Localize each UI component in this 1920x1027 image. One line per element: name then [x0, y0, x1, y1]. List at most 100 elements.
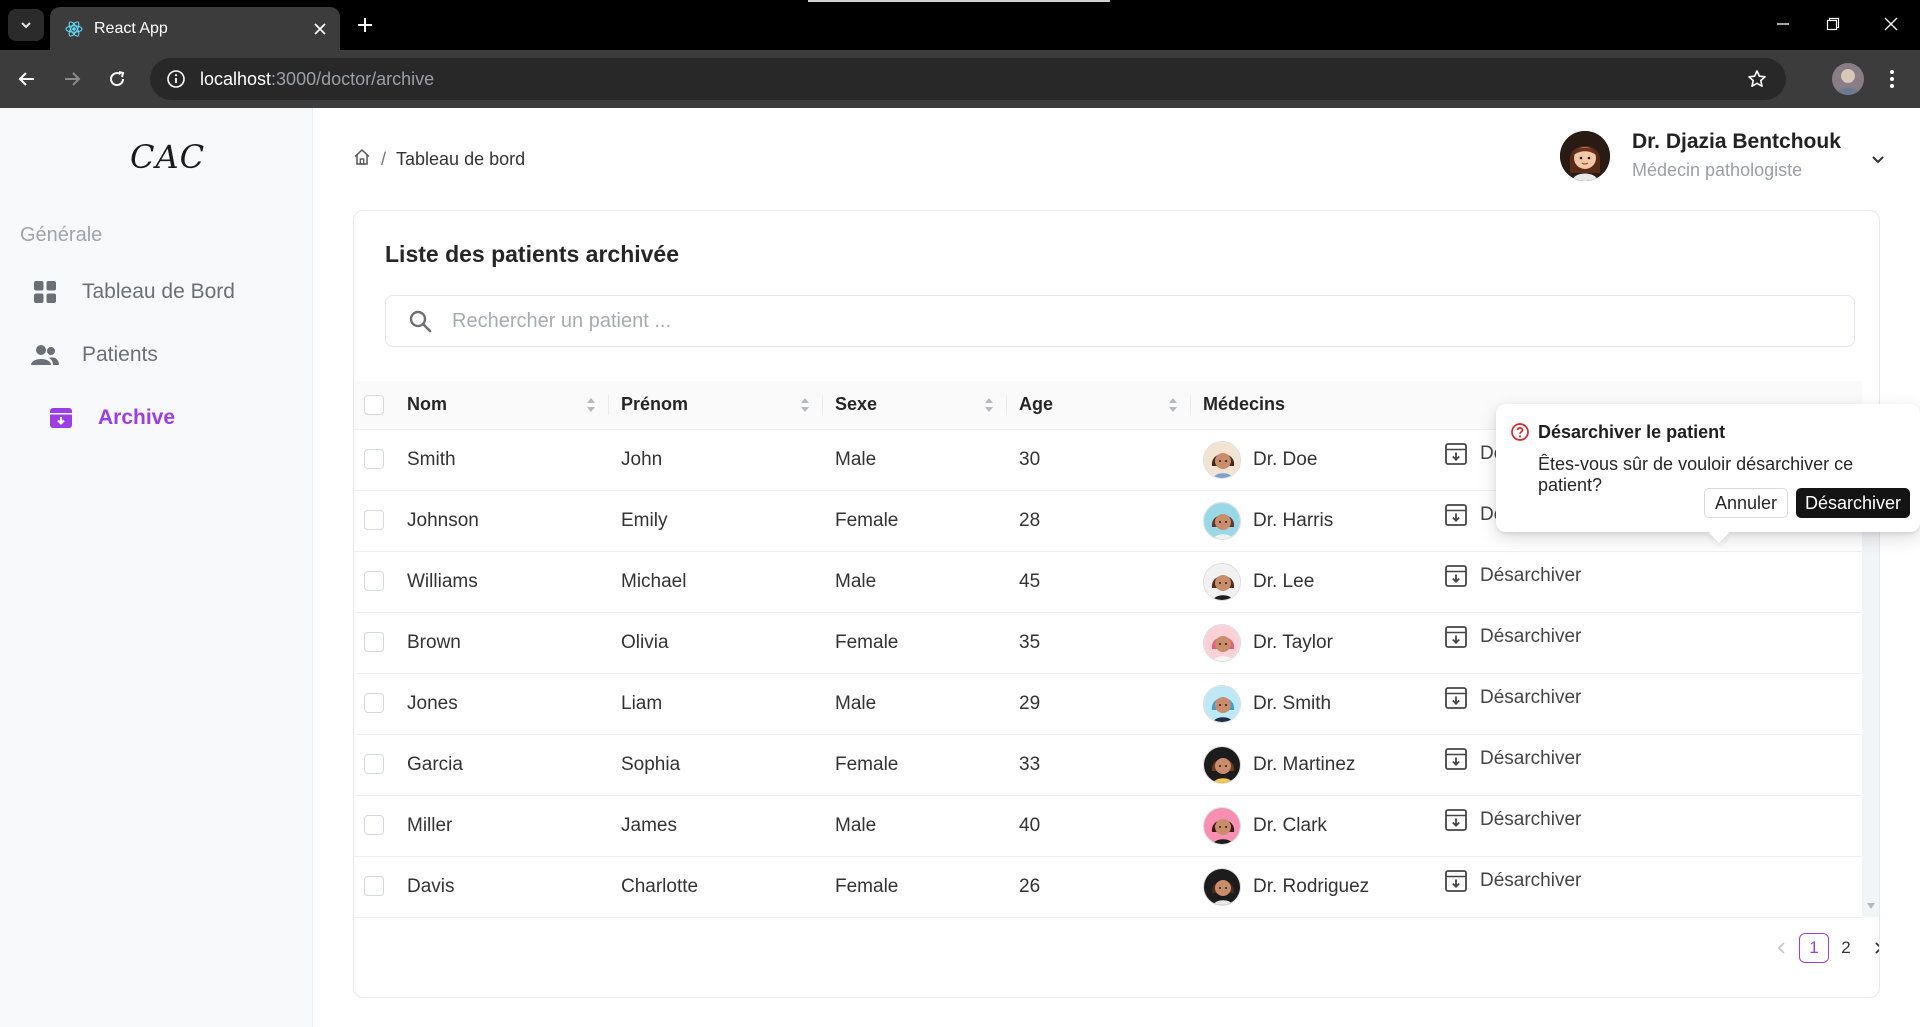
- sidebar-item-archive[interactable]: Archive: [46, 396, 175, 440]
- minimize-button[interactable]: [1758, 8, 1808, 40]
- question-circle-icon: [1511, 423, 1529, 441]
- column-header-age[interactable]: Age: [1007, 381, 1191, 430]
- scroll-down-arrow-icon[interactable]: [1866, 901, 1876, 911]
- archive-card: Liste des patients archivée Nom Prénom S…: [353, 210, 1880, 998]
- cell-nom: Davis: [407, 875, 455, 897]
- cell-nom: Williams: [407, 570, 478, 592]
- cell-actions: Désarchiver: [1406, 734, 1862, 795]
- page-2-button[interactable]: 2: [1831, 933, 1861, 963]
- page-1-button[interactable]: 1: [1799, 933, 1829, 963]
- reload-button[interactable]: [100, 62, 134, 96]
- app-root: CAC Générale Tableau de Bord Patients Ar…: [0, 108, 1920, 1027]
- cell-medecin: Dr. Rodriguez: [1191, 856, 1406, 917]
- row-select-cell: [354, 795, 395, 856]
- site-info-icon[interactable]: [162, 65, 190, 93]
- cell-sexe: Male: [835, 692, 877, 714]
- chevron-down-icon[interactable]: [1863, 144, 1893, 174]
- star-icon[interactable]: [1744, 66, 1770, 92]
- unarchive-label: Désarchiver: [1480, 687, 1582, 708]
- search-input[interactable]: [452, 309, 1854, 333]
- prev-page-button[interactable]: [1767, 933, 1797, 963]
- arrow-left-icon: [18, 72, 34, 86]
- row-select-cell: [354, 612, 395, 673]
- cell-medecin: Dr. Lee: [1191, 551, 1406, 612]
- avatar: [1203, 684, 1241, 723]
- doctor-name: Dr. Taylor: [1253, 631, 1333, 653]
- user-role: Médecin pathologiste: [1632, 160, 1803, 180]
- table-row[interactable]: Garcia Sophia Female 33 Dr. Martinez Désarchi…: [354, 734, 1862, 795]
- app-logo[interactable]: CAC: [130, 138, 205, 176]
- profile-avatar[interactable]: [1832, 63, 1864, 95]
- cell-sexe: Female: [835, 875, 899, 897]
- row-checkbox[interactable]: [364, 754, 384, 775]
- row-checkbox[interactable]: [364, 571, 384, 592]
- table-row[interactable]: Williams Michael Male 45 Dr. Lee Désarchiver: [354, 551, 1862, 612]
- row-checkbox[interactable]: [364, 876, 384, 897]
- next-page-button[interactable]: [1863, 933, 1879, 963]
- browser-tabstrip: React App: [0, 0, 1920, 50]
- restore-button[interactable]: [1808, 8, 1858, 40]
- address-bar[interactable]: localhost:3000/doctor/archive: [150, 58, 1786, 100]
- sort-icon[interactable]: [1167, 396, 1179, 414]
- row-checkbox[interactable]: [364, 632, 384, 653]
- cell-prenom: Sophia: [621, 753, 681, 775]
- column-header-sexe[interactable]: Sexe: [823, 381, 1007, 430]
- column-header-prenom[interactable]: Prénom: [609, 381, 823, 430]
- avatar: [1560, 130, 1610, 181]
- unarchive-icon: [1444, 807, 1470, 833]
- unarchive-icon: [1444, 868, 1470, 894]
- column-header-medecins: Médecins: [1191, 381, 1406, 430]
- unarchive-button[interactable]: Désarchiver: [1444, 868, 1581, 894]
- row-checkbox[interactable]: [364, 449, 384, 470]
- kebab-menu-icon[interactable]: [1876, 63, 1908, 95]
- forward-button[interactable]: [55, 62, 89, 96]
- breadcrumb-current[interactable]: Tableau de bord: [396, 149, 525, 170]
- browser-tab[interactable]: React App: [50, 7, 340, 50]
- cell-age: 35: [1019, 631, 1041, 653]
- row-checkbox[interactable]: [364, 693, 384, 714]
- cell-age: 33: [1019, 753, 1041, 775]
- table-row[interactable]: Brown Olivia Female 35 Dr. Taylor Désarchiver: [354, 612, 1862, 673]
- cell-nom: Jones: [407, 692, 458, 714]
- table-row[interactable]: Davis Charlotte Female 26 Dr. Rodriguez Désar…: [354, 856, 1862, 917]
- row-checkbox[interactable]: [364, 815, 384, 836]
- sort-icon[interactable]: [983, 396, 995, 414]
- tab-search-button[interactable]: [8, 9, 44, 41]
- row-checkbox[interactable]: [364, 510, 384, 531]
- tab-title: React App: [94, 19, 168, 37]
- back-button[interactable]: [10, 62, 44, 96]
- column-header-nom[interactable]: Nom: [395, 381, 609, 430]
- confirm-unarchive-button[interactable]: Désarchiver: [1796, 488, 1911, 518]
- cancel-button[interactable]: Annuler: [1704, 488, 1789, 518]
- close-window-button[interactable]: [1866, 8, 1916, 40]
- cell-prenom: Michael: [621, 570, 687, 592]
- select-all-checkbox[interactable]: [364, 395, 384, 416]
- unarchive-button[interactable]: Désarchiver: [1444, 685, 1581, 711]
- unarchive-button[interactable]: Désarchiver: [1444, 624, 1581, 650]
- user-info: Dr. Djazia Bentchouk Médecin pathologist…: [1632, 130, 1841, 181]
- select-all-cell: [354, 381, 395, 430]
- unarchive-button[interactable]: Désarchiver: [1444, 563, 1581, 589]
- row-select-cell: [354, 429, 395, 490]
- new-tab-button[interactable]: [350, 10, 380, 40]
- sidebar-item-label: Patients: [82, 343, 158, 366]
- cell-prenom: Charlotte: [621, 875, 699, 897]
- cell-medecin: Dr. Clark: [1191, 795, 1406, 856]
- sort-icon[interactable]: [585, 396, 597, 414]
- unarchive-button[interactable]: Désarchiver: [1444, 746, 1581, 772]
- url-text: localhost:3000/doctor/archive: [200, 68, 435, 89]
- browser-toolbar: localhost:3000/doctor/archive: [0, 50, 1920, 108]
- avatar: [1203, 806, 1241, 845]
- sort-icon[interactable]: [799, 396, 811, 414]
- user-profile[interactable]: Dr. Djazia Bentchouk Médecin pathologist…: [1560, 130, 1841, 181]
- search-box: [385, 295, 1855, 347]
- sidebar-item-dashboard[interactable]: Tableau de Bord: [30, 270, 235, 314]
- close-icon[interactable]: [306, 15, 334, 43]
- user-name: Dr. Djazia Bentchouk: [1632, 130, 1841, 153]
- home-icon[interactable]: [353, 148, 371, 171]
- unarchive-icon: [1444, 563, 1470, 589]
- table-row[interactable]: Miller James Male 40 Dr. Clark Désarchiver: [354, 795, 1862, 856]
- unarchive-button[interactable]: Désarchiver: [1444, 807, 1581, 833]
- sidebar-item-patients[interactable]: Patients: [30, 333, 158, 377]
- table-row[interactable]: Jones Liam Male 29 Dr. Smith Désarchiver: [354, 673, 1862, 734]
